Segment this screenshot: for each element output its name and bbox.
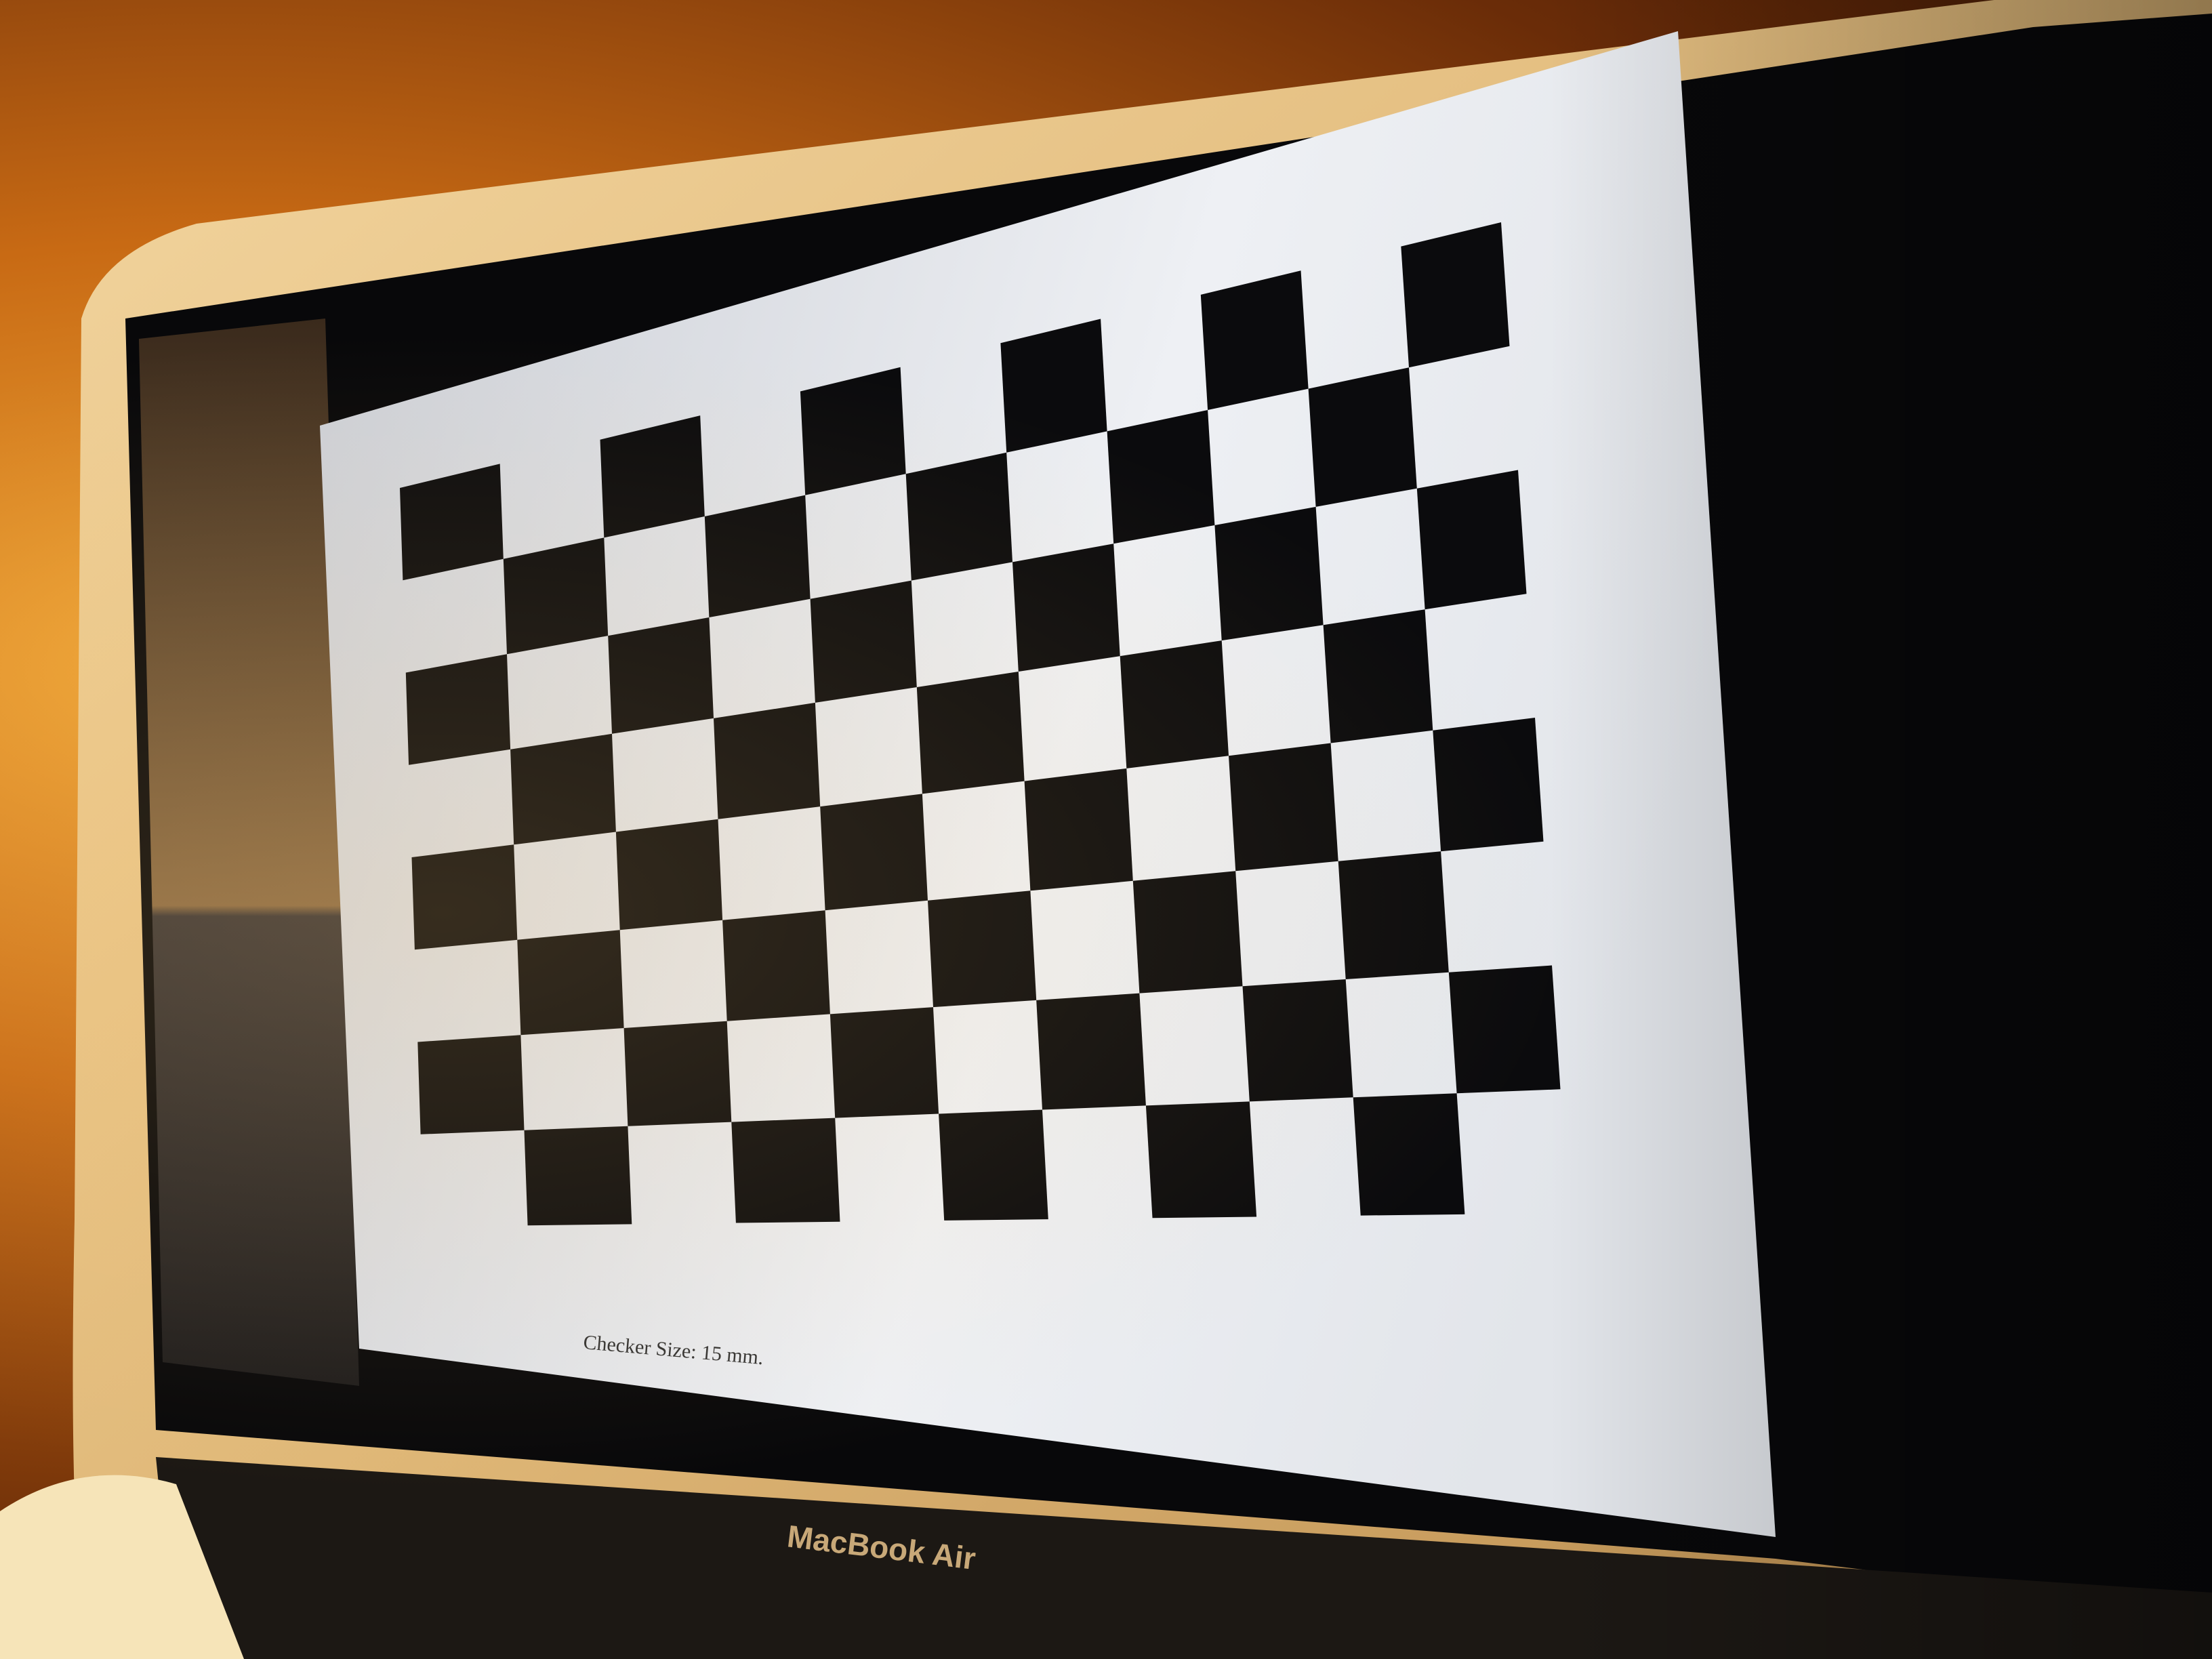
checker-square [1012,544,1120,672]
checker-square [714,702,821,819]
checker-square [405,654,511,765]
checker-square [615,819,723,930]
photo-scene: Checker Size: 15 mm. MacBook Air [0,0,2212,1659]
checker-square [1229,743,1338,872]
checker-square [731,1118,840,1223]
checker-square [1200,270,1309,410]
checker-square [1433,718,1544,852]
checker-square [1338,851,1449,979]
checker-square [411,844,518,950]
checker-square [928,890,1037,1008]
checker-square [1448,965,1561,1094]
checker-square [417,1035,525,1134]
checker-square [1024,768,1133,891]
checker-square [1107,410,1215,544]
checker-square [1214,506,1324,641]
checker-square [905,452,1012,581]
checker-square [517,930,624,1036]
checker-square [1120,640,1229,769]
checker-square [1132,871,1243,994]
checker-square [1323,609,1433,743]
checker-square [1401,222,1510,368]
checker-square [1145,1101,1257,1218]
checker-square [608,617,714,734]
checker-square [524,1126,632,1226]
checker-square [722,910,830,1021]
checker-square [510,733,616,845]
checker-square [820,794,928,911]
checker-square [1353,1093,1465,1216]
checker-square [916,672,1025,794]
checker-square [939,1109,1048,1221]
checker-square [623,1021,732,1126]
checker-square [1242,979,1353,1102]
checker-square [830,1007,939,1118]
checker-square [810,580,917,703]
checker-square [704,495,811,617]
checker-square [1308,367,1417,507]
checker-square [1416,470,1527,610]
checker-square [1036,993,1146,1110]
